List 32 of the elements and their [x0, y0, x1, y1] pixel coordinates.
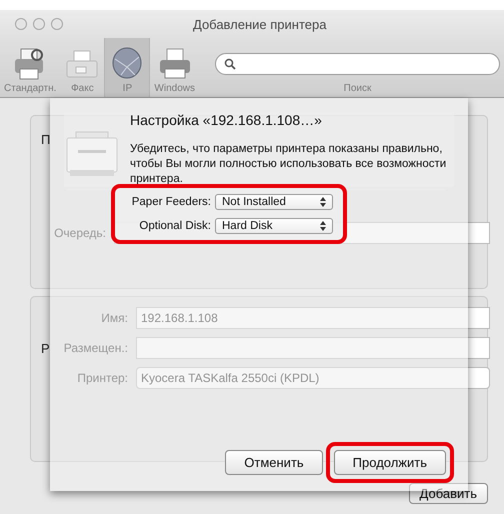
search-field[interactable] [214, 53, 500, 75]
continue-button[interactable]: Продолжить [334, 450, 446, 475]
stepper-arrows-icon [320, 197, 326, 207]
search-icon [224, 58, 236, 70]
toolbar-button[interactable]: Факс [60, 38, 104, 97]
toolbar-button[interactable]: IP [104, 38, 150, 97]
option-label: Paper Feeders: [130, 196, 211, 208]
printer-icon [64, 130, 120, 178]
toolbar-button[interactable]: Стандартн. [0, 38, 60, 97]
stepper-arrows-icon [320, 221, 326, 231]
text-field[interactable] [136, 337, 490, 359]
dialog-title: Настройка «192.168.1.108…» [130, 112, 323, 128]
option-label: Optional Disk: [138, 220, 211, 232]
field-label: Размещен.: [62, 341, 128, 355]
text-field[interactable]: 192.168.1.108 [136, 307, 490, 329]
field-label: Очередь: [53, 226, 106, 240]
search-label: Поиск [344, 83, 372, 94]
option-popup[interactable]: Hard Disk [215, 218, 333, 234]
cancel-button[interactable]: Отменить [225, 450, 323, 475]
field-label: Принтер: [76, 371, 128, 385]
field-label: Р [41, 340, 50, 356]
field-label: П [40, 132, 50, 146]
add-button[interactable]: Добавить [408, 483, 488, 504]
toolbar-button[interactable]: Windows [150, 38, 199, 97]
window-title: Добавление принтера [193, 16, 326, 32]
window-control-icon[interactable] [15, 18, 27, 30]
dialog-message: Убедитесь, что параметры принтера показаны правильно, чтобы Вы могли полностью использовать все возможности принтера. [130, 142, 448, 187]
option-popup[interactable]: Not Installed [215, 194, 333, 210]
window-control-icon[interactable] [51, 18, 63, 30]
printer-popup[interactable]: Kyocera TASKalfa 2550ci (KPDL) [136, 367, 490, 389]
field-label: Имя: [100, 311, 128, 325]
window-control-icon[interactable] [33, 18, 45, 30]
